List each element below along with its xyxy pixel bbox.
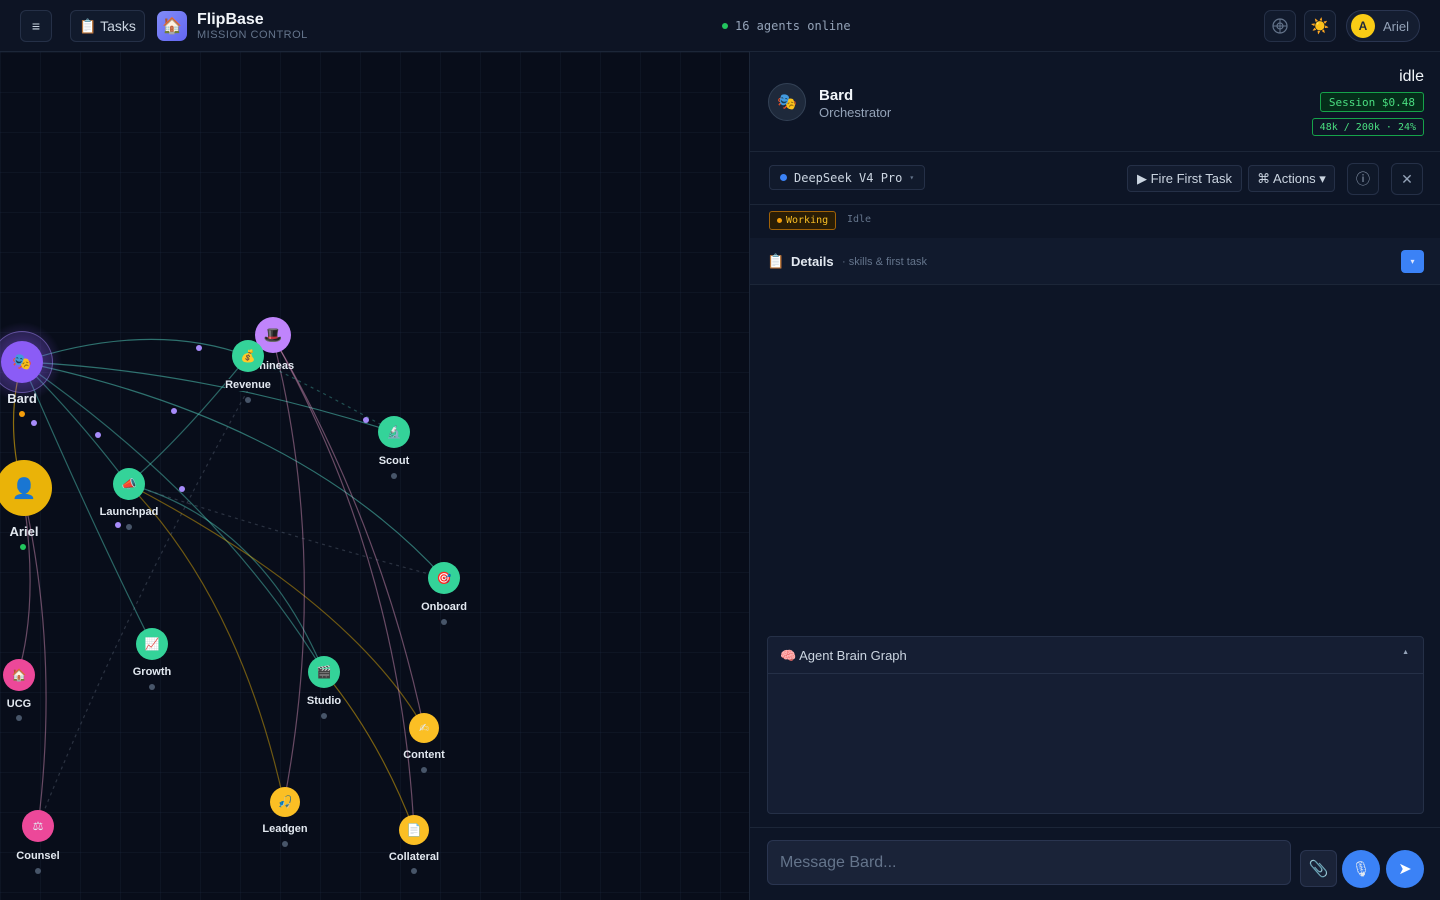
idle-toggle[interactable]: Idle bbox=[847, 214, 871, 225]
node-status-dot bbox=[245, 397, 251, 403]
info-icon: ⓘ bbox=[1356, 171, 1370, 187]
message-input[interactable] bbox=[767, 840, 1291, 885]
online-indicator: 16 agents online bbox=[722, 19, 851, 33]
info-button[interactable]: ⓘ bbox=[1347, 163, 1379, 195]
brand-name: FlipBase bbox=[197, 11, 264, 28]
ucg-glyph: 🏠 bbox=[3, 659, 35, 691]
node-label: Bard bbox=[7, 391, 37, 406]
working-dot bbox=[777, 218, 782, 223]
node-status-dot bbox=[19, 411, 25, 417]
node-label: UCG bbox=[6, 698, 32, 710]
theme-toggle-button[interactable]: ☀️ bbox=[1304, 10, 1336, 42]
node-label: Counsel bbox=[16, 850, 60, 862]
model-selector[interactable]: DeepSeek V4 Pro ▾ bbox=[769, 165, 925, 190]
close-icon: ✕ bbox=[1401, 170, 1413, 187]
network-toggle-button[interactable] bbox=[1264, 10, 1296, 42]
details-expand-toggle[interactable]: ▾ bbox=[1401, 250, 1424, 273]
counsel-glyph: ⚖ bbox=[22, 810, 54, 842]
agent-toolbar: DeepSeek V4 Pro ▾ ▶ Fire First Task ⌘ Ac… bbox=[750, 152, 1440, 205]
details-section-header[interactable]: 📋 Details · skills & first task ▾ bbox=[750, 238, 1440, 285]
online-text: 16 agents online bbox=[735, 19, 851, 33]
user-name: Ariel bbox=[1383, 18, 1410, 34]
node-status-dot bbox=[35, 868, 41, 874]
chevron-down-icon: ▾ bbox=[909, 173, 915, 182]
node-label: Revenue bbox=[225, 379, 271, 391]
agent-avatar: 🎭 bbox=[768, 83, 806, 121]
chevron-up-icon: ▲ bbox=[1402, 649, 1409, 656]
agent-role: Orchestrator bbox=[819, 105, 892, 120]
agent-status: idle bbox=[1399, 68, 1424, 85]
node-status-dot bbox=[421, 767, 427, 773]
launchpad-glyph: 📣 bbox=[113, 468, 145, 500]
model-dot bbox=[780, 174, 787, 181]
details-title: Details bbox=[791, 254, 834, 269]
node-status-dot bbox=[16, 715, 22, 721]
sun-icon: ☀️ bbox=[1310, 18, 1330, 35]
revenue-glyph: 💰 bbox=[232, 340, 264, 372]
node-label: Ariel bbox=[9, 524, 39, 539]
online-dot bbox=[722, 23, 728, 29]
brain-graph-title: 🧠 Agent Brain Graph bbox=[780, 648, 907, 663]
node-status-dot bbox=[411, 868, 417, 874]
fire-first-task-button[interactable]: ▶ Fire First Task bbox=[1127, 165, 1242, 192]
brand-logo[interactable]: 🏠 bbox=[157, 11, 187, 41]
collateral-glyph: 📄 bbox=[399, 815, 429, 845]
node-status-dot bbox=[441, 619, 447, 625]
voice-button[interactable]: 🎙 bbox=[1342, 850, 1380, 888]
content-glyph: ✍ bbox=[409, 713, 439, 743]
hamburger-icon: ≡ bbox=[31, 18, 41, 34]
model-name: DeepSeek V4 Pro bbox=[794, 170, 903, 185]
node-status-dot bbox=[321, 713, 327, 719]
clipboard-icon: 📋 bbox=[767, 253, 785, 269]
close-button[interactable]: ✕ bbox=[1391, 163, 1423, 195]
agent-graph-canvas[interactable]: 🎭 Bard 👤 Ariel 🎩 Phineas 💰 Revenue 🔬 Sco… bbox=[0, 52, 749, 900]
details-subtitle: · skills & first task bbox=[842, 256, 927, 268]
network-icon bbox=[1272, 18, 1288, 34]
agent-detail-panel: 🎭 Bard Orchestrator idle Session $0.48 4… bbox=[749, 52, 1440, 900]
graph-edges bbox=[0, 322, 445, 831]
node-status-dot bbox=[20, 544, 26, 550]
avatar: A bbox=[1351, 14, 1375, 38]
node-status-dot bbox=[126, 524, 132, 530]
brand-subtitle: MISSION CONTROL bbox=[197, 29, 308, 41]
send-button[interactable]: ➤ bbox=[1386, 850, 1424, 888]
tasks-button[interactable]: 📋 Tasks bbox=[70, 10, 145, 42]
top-bar: ≡ 📋 Tasks 🏠 FlipBase MISSION CONTROL 16 … bbox=[0, 0, 1440, 52]
node-label: Growth bbox=[132, 666, 172, 678]
node-label: Collateral bbox=[388, 851, 440, 863]
bard-glyph: 🎭 bbox=[1, 341, 43, 383]
agent-name: Bard bbox=[819, 87, 854, 104]
agent-header: 🎭 Bard Orchestrator idle Session $0.48 4… bbox=[750, 52, 1440, 152]
node-status-dot bbox=[391, 473, 397, 479]
node-label: Onboard bbox=[421, 601, 467, 613]
session-cost-badge: Session $0.48 bbox=[1319, 92, 1424, 112]
microphone-icon: 🎙 bbox=[1351, 861, 1371, 878]
node-label: Studio bbox=[306, 695, 342, 707]
node-status-dot bbox=[149, 684, 155, 690]
send-icon: ➤ bbox=[1398, 861, 1412, 878]
working-label: Working bbox=[786, 215, 829, 226]
node-label: Launchpad bbox=[99, 506, 159, 518]
paperclip-icon: 📎 bbox=[1308, 860, 1329, 878]
token-usage-badge: 48k / 200k · 24% bbox=[1311, 118, 1424, 136]
actions-menu-button[interactable]: ⌘ Actions ▾ bbox=[1248, 165, 1335, 192]
brain-graph-header[interactable]: 🧠 Agent Brain Graph ▲ bbox=[768, 637, 1423, 674]
message-composer: 📎 🎙 ➤ bbox=[750, 827, 1440, 900]
working-badge[interactable]: Working bbox=[769, 211, 837, 230]
studio-glyph: 🎬 bbox=[308, 656, 340, 688]
node-status-dot bbox=[282, 841, 288, 847]
node-label: Leadgen bbox=[262, 823, 308, 835]
onboard-glyph: 🎯 bbox=[428, 562, 460, 594]
node-label: Content bbox=[403, 749, 445, 761]
user-menu[interactable]: A Ariel bbox=[1346, 10, 1420, 42]
brain-graph-panel: 🧠 Agent Brain Graph ▲ bbox=[767, 636, 1424, 814]
leadgen-glyph: 🎣 bbox=[270, 787, 300, 817]
state-toggle-row: Working Idle bbox=[750, 205, 1440, 238]
menu-button[interactable]: ≡ bbox=[20, 10, 52, 42]
node-label: Scout bbox=[378, 455, 410, 467]
scout-glyph: 🔬 bbox=[378, 416, 410, 448]
attach-button[interactable]: 📎 bbox=[1300, 850, 1337, 887]
growth-glyph: 📈 bbox=[136, 628, 168, 660]
